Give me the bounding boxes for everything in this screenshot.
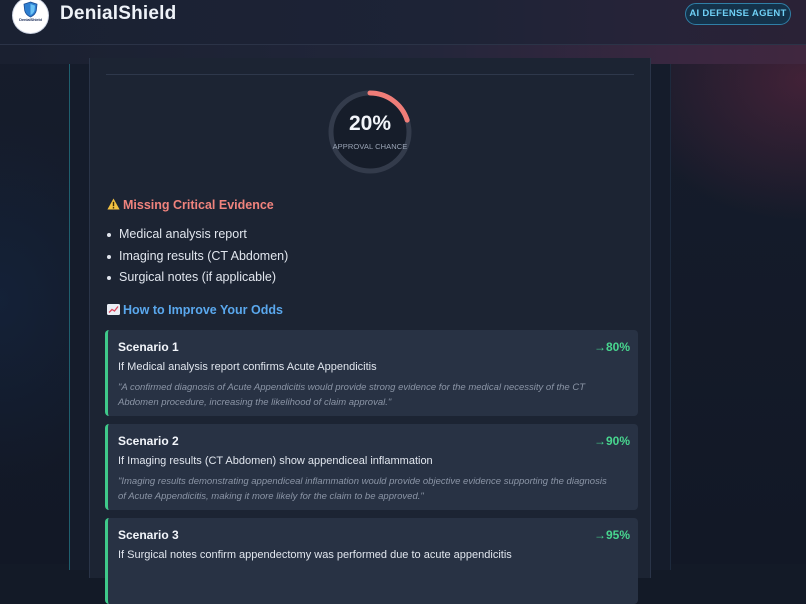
bullet <box>107 254 111 259</box>
bullet <box>107 276 111 280</box>
evidence-item: Imaging results (CT Abdomen) <box>119 248 289 263</box>
scenario-title: Scenario 2 <box>118 434 179 448</box>
scenario-condition: If Imaging results (CT Abdomen) show app… <box>118 455 433 467</box>
scenario-rationale: "A confirmed diagnosis of Acute Appendic… <box>118 380 608 410</box>
list-item: Surgical notes (if applicable) <box>107 267 288 289</box>
scenario-condition: If Surgical notes confirm appendectomy w… <box>118 549 512 561</box>
evidence-item: Medical analysis report <box>119 227 247 241</box>
top-header: DenialShield DenialShield AI DEFENSE AGE… <box>0 0 806 45</box>
divider <box>106 74 634 75</box>
rationale-line: "Imaging results demonstrating appendice… <box>118 476 607 487</box>
scenario-title: Scenario 1 <box>118 340 179 354</box>
scenario-card-1: Scenario 1 →80% If Medical analysis repo… <box>105 330 638 416</box>
shield-icon <box>23 1 38 18</box>
approval-gauge: 20% APPROVAL CHANCE <box>326 88 414 176</box>
list-item: Imaging results (CT Abdomen) <box>107 246 288 268</box>
approval-label: APPROVAL CHANCE <box>332 142 408 151</box>
bullet <box>107 233 111 237</box>
scenario-odds: →90% <box>593 434 630 448</box>
scenario-card-2: Scenario 2 →90% If Imaging results (CT A… <box>105 424 638 510</box>
scenario-card-3: Scenario 3 →95% If Surgical notes confir… <box>105 518 638 604</box>
app-logo[interactable]: DenialShield <box>13 0 48 33</box>
scenario-condition: If Medical analysis report confirms Acut… <box>118 361 377 373</box>
analysis-card: 20% APPROVAL CHANCE Missing Critical Evi… <box>89 58 651 604</box>
missing-evidence-heading: Missing Critical Evidence <box>107 198 274 212</box>
app-name: DenialShield <box>60 3 177 24</box>
logo-text: DenialShield <box>19 17 42 22</box>
chart-up-icon <box>107 304 120 315</box>
scenario-odds: →80% <box>593 340 630 354</box>
rationale-line: of Acute Appendicitis, making it more li… <box>118 491 424 502</box>
rationale-line: "A confirmed diagnosis of Acute Appendic… <box>118 382 586 393</box>
improve-odds-title: How to Improve Your Odds <box>123 303 283 317</box>
warning-icon <box>107 198 120 210</box>
evidence-item: Surgical notes (if applicable) <box>119 270 277 284</box>
missing-evidence-title: Missing Critical Evidence <box>123 198 274 212</box>
rationale-line: Abdomen procedure, increasing the likeli… <box>118 397 392 408</box>
ai-defense-agent-badge: AI DEFENSE AGENT <box>685 3 791 25</box>
approval-percentage: 20% <box>348 112 392 135</box>
list-item: Medical analysis report <box>107 224 288 246</box>
scenario-odds: →95% <box>593 528 630 542</box>
missing-evidence-list: Medical analysis report Imaging results … <box>107 224 288 289</box>
improve-odds-heading: How to Improve Your Odds <box>107 303 283 317</box>
scenario-rationale: "Imaging results demonstrating appendice… <box>118 474 608 504</box>
scenario-title: Scenario 3 <box>118 528 179 542</box>
